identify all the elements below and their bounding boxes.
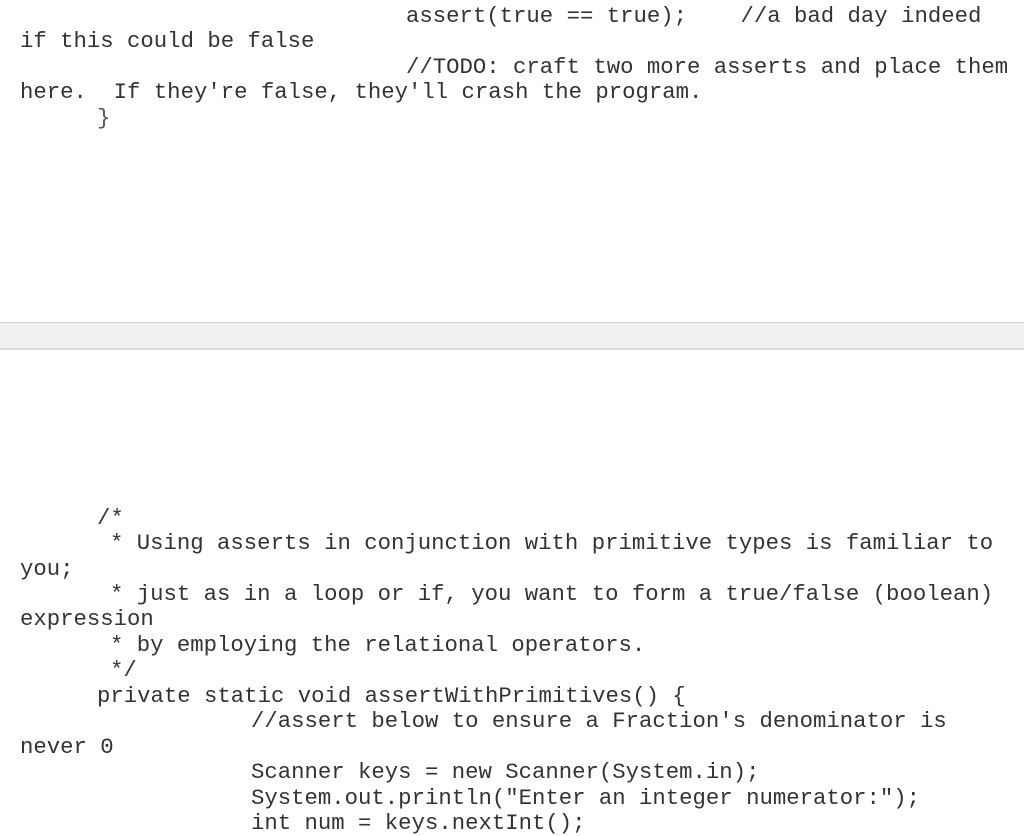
code-line-comment-close: */: [110, 657, 137, 683]
code-line-comment-open: /*: [97, 505, 124, 531]
code-line-scanner-decl: Scanner keys = new Scanner(System.in);: [251, 759, 760, 785]
code-line-wrapped-comment: you;: [20, 556, 74, 582]
code-line-body-comment: //assert below to ensure a Fraction's de…: [251, 708, 947, 734]
code-line-method-signature: private static void assertWithPrimitives…: [97, 683, 686, 709]
code-line-doc-comment: * just as in a loop or if, you want to f…: [110, 581, 994, 607]
code-line-println: System.out.println("Enter an integer num…: [251, 785, 921, 811]
code-line-assert: assert(true == true); //a bad day indeed: [406, 3, 982, 29]
section-divider-band: [0, 322, 1024, 350]
code-line-todo-comment: //TODO: craft two more asserts and place…: [406, 54, 1009, 80]
code-line-read-int: int num = keys.nextInt();: [251, 810, 586, 836]
code-line-doc-comment: * by employing the relational operators.: [110, 632, 646, 658]
code-line-doc-comment: * Using asserts in conjunction with prim…: [110, 530, 994, 556]
code-line-wrapped-comment: if this could be false: [20, 28, 315, 54]
code-line-closing-brace: }: [97, 105, 111, 131]
code-line-wrapped-comment: expression: [20, 606, 154, 632]
code-line-wrapped-comment: here. If they're false, they'll crash th…: [20, 79, 703, 105]
code-line-wrapped-comment: never 0: [20, 734, 114, 760]
